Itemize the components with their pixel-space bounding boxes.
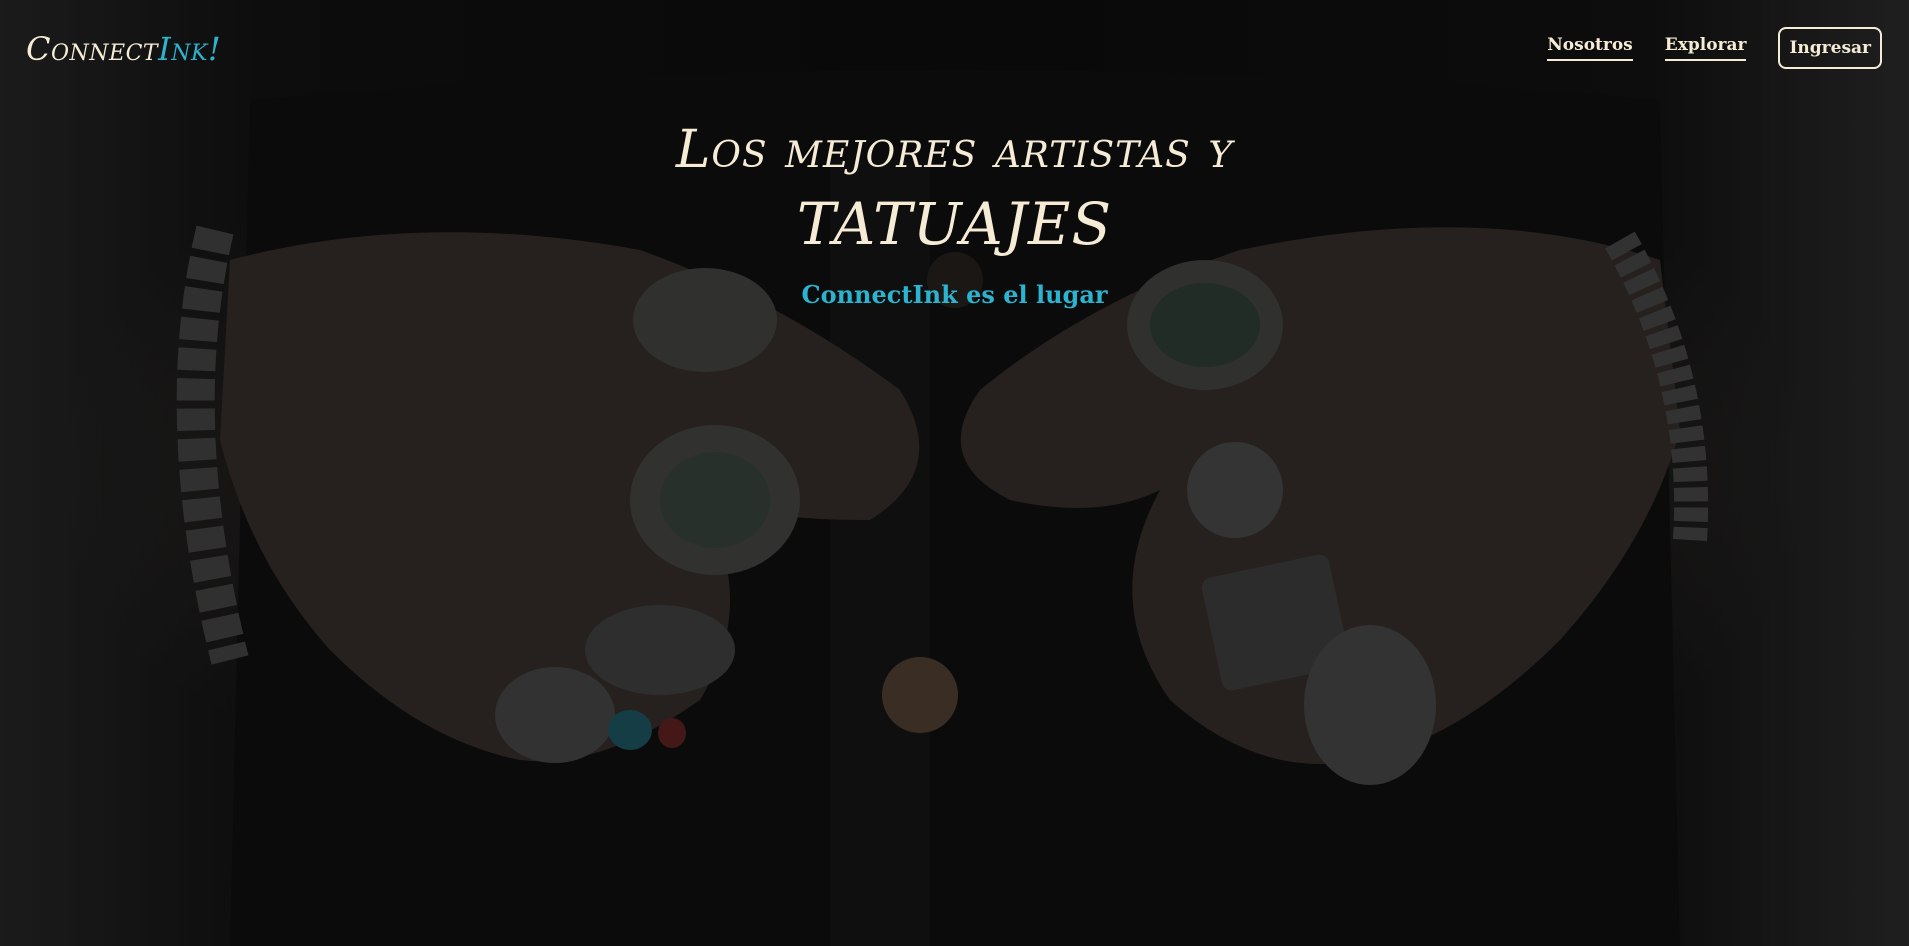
nav-link-explorar[interactable]: Explorar xyxy=(1664,35,1747,61)
hero-section: Los mejores artistas y TATUAJES ConnectI… xyxy=(0,118,1909,309)
hero-subtitle: ConnectInk es el lugar xyxy=(801,280,1108,309)
main-nav: Nosotros Explorar Ingresar xyxy=(1547,27,1882,69)
logo-text-connect: Connect xyxy=(26,30,159,68)
site-header: ConnectInk! Nosotros Explorar Ingresar xyxy=(0,0,1909,100)
brand-logo[interactable]: ConnectInk! xyxy=(26,30,221,68)
hero-headline-emphasis: TATUAJES xyxy=(796,190,1113,258)
landing-page: ConnectInk! Nosotros Explorar Ingresar L… xyxy=(0,0,1909,946)
hero-headline: Los mejores artistas y xyxy=(675,120,1234,180)
logo-text-ink: Ink! xyxy=(158,30,222,68)
nav-link-nosotros[interactable]: Nosotros xyxy=(1547,35,1633,61)
login-button[interactable]: Ingresar xyxy=(1778,27,1882,69)
